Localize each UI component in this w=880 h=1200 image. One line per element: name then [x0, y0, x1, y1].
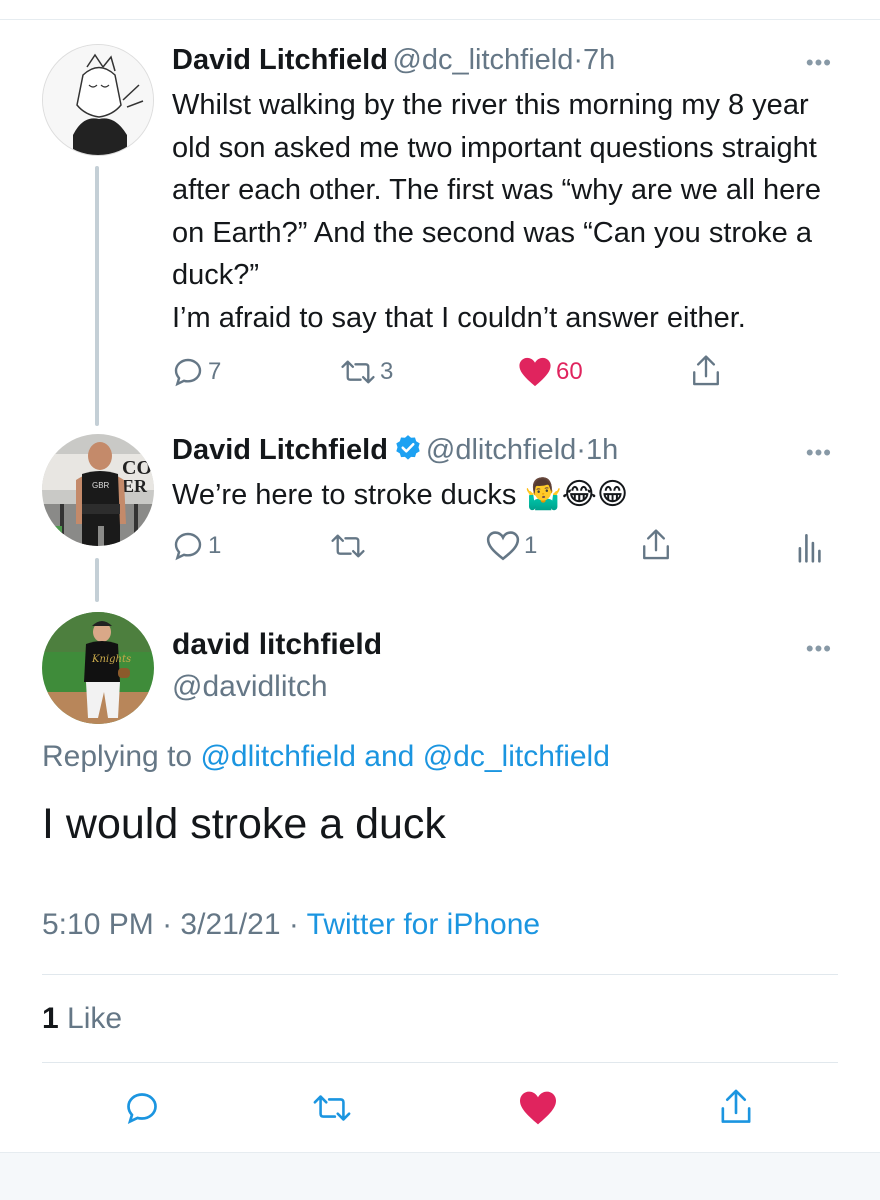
tweet2-text: We’re here to stroke ducks 🤷‍♂️😂😁 [172, 474, 852, 517]
divider [42, 1062, 838, 1063]
replying-to: Replying to @dlitchfield and @dc_litchfi… [42, 740, 610, 774]
tweet-meta: 5:10 PM · 3/21/21 · Twitter for iPhone [42, 908, 540, 942]
replying-user-link[interactable]: @dlitchfield [200, 740, 356, 773]
timestamp[interactable]: 1h [586, 434, 618, 466]
thread-line [95, 166, 99, 426]
tweet-date: 3/21/21 [180, 908, 281, 941]
retweet-count: 3 [380, 358, 394, 385]
like-count: 1 [524, 532, 538, 559]
author-handle[interactable]: @dc_litchfield [392, 44, 573, 76]
author-handle[interactable]: @dlitchfield [426, 434, 576, 466]
reply-icon [127, 1093, 157, 1125]
bottom-bar [0, 1152, 880, 1200]
more-icon[interactable]: ••• [806, 50, 832, 76]
like-button[interactable]: 1 [486, 530, 537, 562]
retweet-icon [341, 360, 375, 384]
main-tweet-text: I would stroke a duck [42, 800, 446, 848]
separator: · [576, 434, 586, 466]
share-icon [693, 355, 719, 386]
avatar-dlitchfield[interactable]: CO ER GBR [42, 434, 154, 546]
more-icon[interactable]: ••• [806, 636, 832, 662]
reply-count: 7 [208, 358, 222, 385]
tweet-source-link[interactable]: Twitter for iPhone [307, 908, 540, 941]
reply-icon [174, 358, 202, 387]
tweet1-text: Whilst walking by the river this morning… [172, 84, 852, 340]
verified-badge-icon [396, 435, 420, 460]
svg-text:GBR: GBR [92, 481, 110, 490]
tweet1-text-main: Whilst walking by the river this morning… [172, 89, 822, 292]
replying-user-link[interactable]: @dc_litchfield [423, 740, 610, 773]
likes-label: Like [67, 1002, 123, 1035]
replying-and: and [355, 740, 423, 773]
tweet-time: 5:10 PM [42, 908, 154, 941]
share-button[interactable] [718, 1088, 754, 1126]
separator: · [288, 908, 299, 941]
author-handle[interactable]: @davidlitch [172, 670, 328, 704]
reply-count: 1 [208, 532, 222, 559]
divider [42, 974, 838, 975]
tweet1-text-end: I’m afraid to say that I couldn’t answer… [172, 301, 746, 334]
avatar-dc-litchfield[interactable] [42, 44, 154, 156]
reply-button[interactable]: 7 [172, 356, 221, 388]
analytics-icon [798, 534, 821, 563]
retweet-button[interactable]: 3 [340, 356, 393, 388]
author-name[interactable]: david litchfield [172, 628, 382, 662]
heart-outline-icon [486, 531, 520, 561]
author-name[interactable]: David Litchfield [172, 434, 388, 466]
thread-line [95, 558, 99, 602]
likes-count: 1 [42, 1002, 59, 1035]
reply-icon [174, 532, 202, 561]
top-divider [0, 19, 880, 20]
emoji-group: 🤷‍♂️😂😁 [524, 477, 629, 512]
like-count: 60 [556, 358, 583, 385]
share-icon [643, 529, 669, 560]
separator: · [573, 44, 584, 76]
retweet-button[interactable] [312, 1090, 352, 1126]
timestamp[interactable]: 7h [583, 44, 615, 76]
svg-text:ER: ER [122, 476, 148, 496]
like-button[interactable] [518, 1090, 558, 1126]
author-name[interactable]: David Litchfield [172, 44, 388, 76]
retweet-icon [331, 534, 365, 558]
analytics-button[interactable] [796, 530, 822, 564]
reply-button[interactable] [124, 1090, 160, 1126]
separator: · [162, 908, 173, 941]
share-button[interactable] [640, 528, 672, 562]
heart-filled-icon [520, 1091, 556, 1125]
tweet2-header: David Litchfield @dlitchfield·1h [172, 434, 618, 467]
tweet2-text-main: We’re here to stroke ducks [172, 479, 517, 511]
share-button[interactable] [690, 354, 722, 388]
share-icon [721, 1089, 751, 1123]
avatar-davidlitch[interactable]: Knights [42, 612, 154, 724]
reply-button[interactable]: 1 [172, 530, 221, 562]
tweet1-header: David Litchfield @dc_litchfield·7h [172, 44, 615, 77]
retweet-icon [313, 1095, 351, 1121]
svg-text:Knights: Knights [91, 654, 131, 665]
heart-filled-icon [519, 357, 551, 387]
retweet-button[interactable] [330, 530, 366, 562]
replying-prefix: Replying to [42, 740, 201, 773]
likes-summary[interactable]: 1 Like [42, 1002, 122, 1036]
more-icon[interactable]: ••• [806, 440, 832, 466]
like-button[interactable]: 60 [518, 356, 583, 388]
